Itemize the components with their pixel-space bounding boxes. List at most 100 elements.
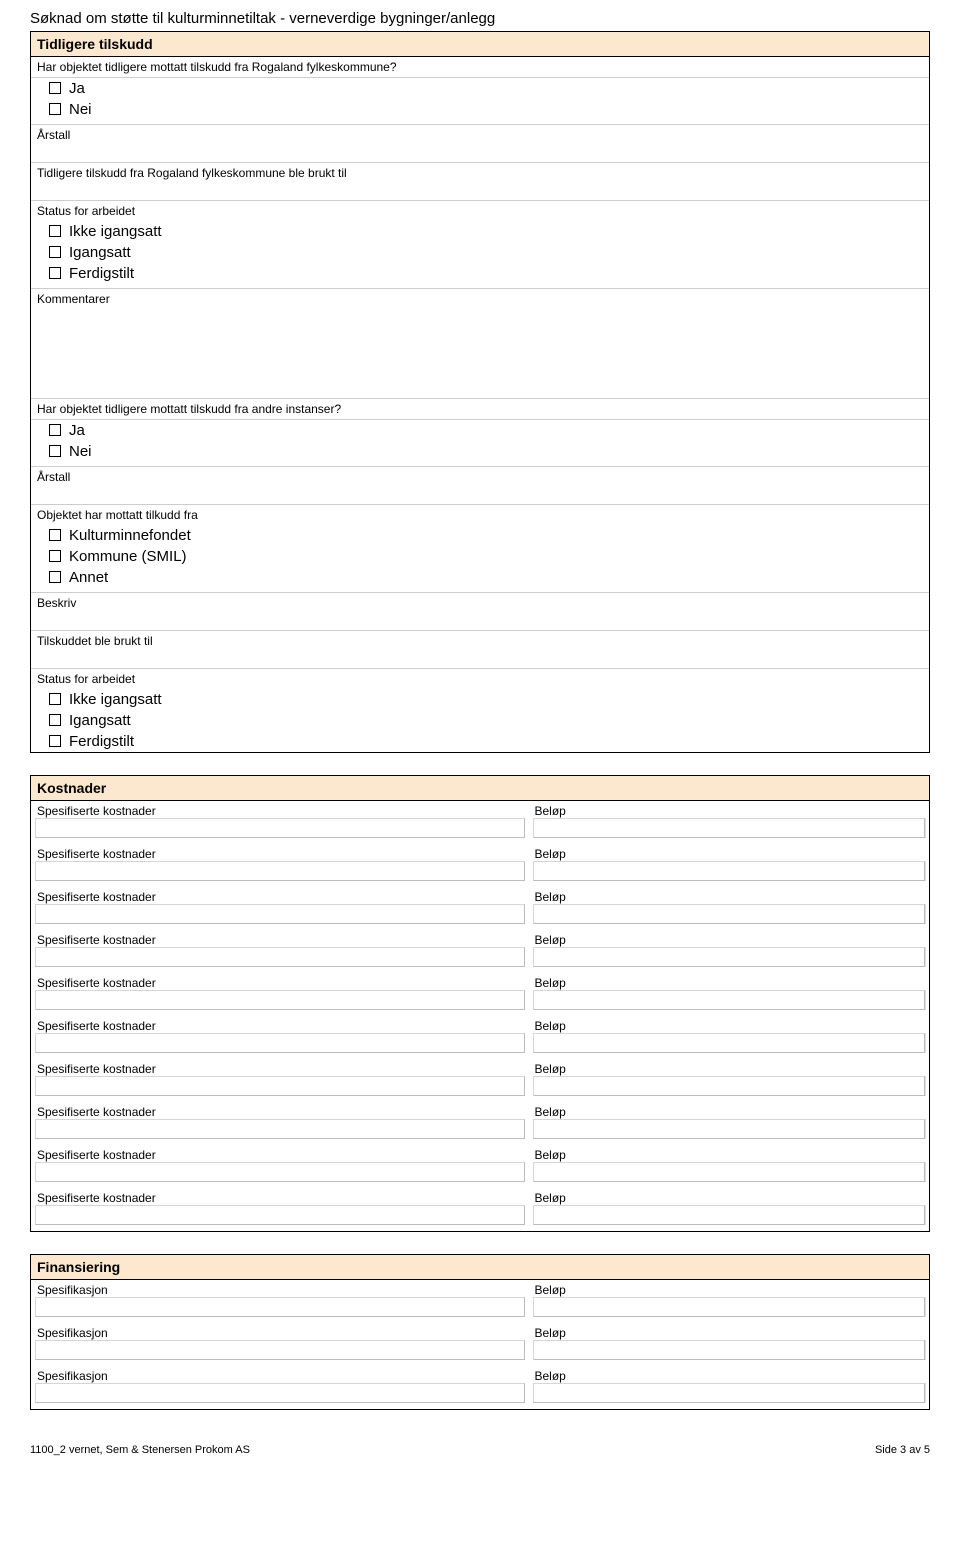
kostnad-right-label: Beløp <box>533 889 926 904</box>
kostnad-right-label: Beløp <box>533 932 926 947</box>
page-footer: 1100_2 vernet, Sem & Stenersen Prokom AS… <box>30 1414 930 1466</box>
kostnad-row: Spesifiserte kostnader Beløp <box>31 887 929 930</box>
page-title: Søknad om støtte til kulturminnetiltak -… <box>30 10 930 27</box>
beskriv-input[interactable] <box>31 613 929 631</box>
option-nei-2[interactable]: Nei <box>31 441 929 462</box>
kostnad-left-input[interactable] <box>35 990 525 1010</box>
label-status-2: Status for arbeidet <box>31 669 929 689</box>
option-annet[interactable]: Annet <box>31 567 929 588</box>
option-igangsatt-1[interactable]: Igangsatt <box>31 242 929 263</box>
label-arstall-1: Årstall <box>31 125 929 145</box>
option-label: Ja <box>69 422 85 439</box>
footer-right: Side 3 av 5 <box>875 1444 930 1456</box>
footer-left: 1100_2 vernet, Sem & Stenersen Prokom AS <box>30 1444 250 1456</box>
finansiering-left-input[interactable] <box>35 1340 525 1360</box>
finansiering-row: SpesifikasjonBeløp <box>31 1323 929 1366</box>
checkbox-icon <box>49 550 61 562</box>
brukt-til-input[interactable] <box>31 183 929 201</box>
arstall-input-1[interactable] <box>31 145 929 163</box>
checkbox-icon <box>49 693 61 705</box>
kommentarer-input[interactable] <box>31 309 929 399</box>
kostnad-left-input[interactable] <box>35 947 525 967</box>
checkbox-icon <box>49 735 61 747</box>
finansiering-left-input[interactable] <box>35 1383 525 1403</box>
kostnad-left-label: Spesifiserte kostnader <box>35 1018 525 1033</box>
label-kommentarer: Kommentarer <box>31 289 929 309</box>
kostnad-left-input[interactable] <box>35 1205 525 1225</box>
kostnad-right-input[interactable] <box>533 1076 926 1096</box>
finansiering-right-label: Beløp <box>533 1325 926 1340</box>
kostnad-row: Spesifiserte kostnader Beløp <box>31 1188 929 1231</box>
kostnad-left-input[interactable] <box>35 1119 525 1139</box>
kostnad-row: Spesifiserte kostnaderBeløp <box>31 801 929 844</box>
question-andre-instanser: Har objektet tidligere mottatt tilskudd … <box>31 399 929 420</box>
kostnad-left-label: Spesifiserte kostnader <box>35 1190 525 1205</box>
kostnad-left-label: Spesifiserte kostnader <box>35 803 525 818</box>
question-rogaland: Har objektet tidligere mottatt tilskudd … <box>31 57 929 78</box>
option-label: Nei <box>69 443 92 460</box>
label-tilskuddet-brukt: Tilskuddet ble brukt til <box>31 631 929 651</box>
option-ferdigstilt-2[interactable]: Ferdigstilt <box>31 731 929 752</box>
option-label: Igangsatt <box>69 244 131 261</box>
kostnad-left-input[interactable] <box>35 818 525 838</box>
option-kulturminnefondet[interactable]: Kulturminnefondet <box>31 525 929 546</box>
finansiering-row: SpesifikasjonBeløp <box>31 1366 929 1409</box>
finansiering-right-input[interactable] <box>533 1340 926 1360</box>
kostnad-right-label: Beløp <box>533 1190 926 1205</box>
section-header-finansiering: Finansiering <box>31 1255 929 1280</box>
option-igangsatt-2[interactable]: Igangsatt <box>31 710 929 731</box>
kostnad-left-input[interactable] <box>35 1076 525 1096</box>
kostnad-left-input[interactable] <box>35 1033 525 1053</box>
option-nei-1[interactable]: Nei <box>31 99 929 120</box>
kostnad-left-input[interactable] <box>35 1162 525 1182</box>
option-kommune-smil[interactable]: Kommune (SMIL) <box>31 546 929 567</box>
option-ikke-igangsatt-2[interactable]: Ikke igangsatt <box>31 689 929 710</box>
option-label: Kommune (SMIL) <box>69 548 187 565</box>
finansiering-right-input[interactable] <box>533 1383 926 1403</box>
kostnad-left-label: Spesifiserte kostnader <box>35 932 525 947</box>
kostnad-right-input[interactable] <box>533 947 926 967</box>
section-finansiering: Finansiering SpesifikasjonBeløpSpesifika… <box>30 1254 930 1410</box>
option-label: Ikke igangsatt <box>69 691 162 708</box>
kostnad-right-input[interactable] <box>533 1119 926 1139</box>
kostnad-left-input[interactable] <box>35 904 525 924</box>
kostnad-right-input[interactable] <box>533 861 926 881</box>
option-ferdigstilt-1[interactable]: Ferdigstilt <box>31 263 929 284</box>
section-header-tidligere: Tidligere tilskudd <box>31 32 929 57</box>
checkbox-icon <box>49 267 61 279</box>
kostnad-right-label: Beløp <box>533 1061 926 1076</box>
kostnad-right-input[interactable] <box>533 1033 926 1053</box>
checkbox-icon <box>49 445 61 457</box>
finansiering-left-input[interactable] <box>35 1297 525 1317</box>
kostnad-row: Spesifiserte kostnaderBeløp <box>31 973 929 1016</box>
label-arstall-2: Årstall <box>31 467 929 487</box>
kostnad-right-label: Beløp <box>533 1018 926 1033</box>
option-label: Igangsatt <box>69 712 131 729</box>
kostnad-right-label: Beløp <box>533 1147 926 1162</box>
kostnad-right-input[interactable] <box>533 990 926 1010</box>
label-status-1: Status for arbeidet <box>31 201 929 221</box>
section-tidligere-tilskudd: Tidligere tilskudd Har objektet tidliger… <box>30 31 930 753</box>
label-brukt-til: Tidligere tilskudd fra Rogaland fylkesko… <box>31 163 929 183</box>
checkbox-icon <box>49 714 61 726</box>
kostnad-right-input[interactable] <box>533 1205 926 1225</box>
kostnad-left-input[interactable] <box>35 861 525 881</box>
kostnad-left-label: Spesifiserte kostnader <box>35 975 525 990</box>
finansiering-right-input[interactable] <box>533 1297 926 1317</box>
finansiering-left-label: Spesifikasjon <box>35 1368 525 1383</box>
kostnad-left-label: Spesifiserte kostnader <box>35 1147 525 1162</box>
kostnad-right-input[interactable] <box>533 1162 926 1182</box>
tilskuddet-brukt-input[interactable] <box>31 651 929 669</box>
option-ja-1[interactable]: Ja <box>31 78 929 99</box>
label-mottatt-fra: Objektet har mottatt tilkudd fra <box>31 505 929 525</box>
arstall-input-2[interactable] <box>31 487 929 505</box>
checkbox-icon <box>49 571 61 583</box>
option-ikke-igangsatt-1[interactable]: Ikke igangsatt <box>31 221 929 242</box>
kostnad-row: Spesifiserte kostnaderBeløp <box>31 844 929 887</box>
kostnad-left-label: Spesifiserte kostnader <box>35 889 525 904</box>
kostnad-right-input[interactable] <box>533 904 926 924</box>
option-ja-2[interactable]: Ja <box>31 420 929 441</box>
kostnad-right-input[interactable] <box>533 818 926 838</box>
kostnad-row: Spesifiserte kostnaderBeløp <box>31 1059 929 1102</box>
kostnad-row: Spesifiserte kostnaderBeløp <box>31 1102 929 1145</box>
